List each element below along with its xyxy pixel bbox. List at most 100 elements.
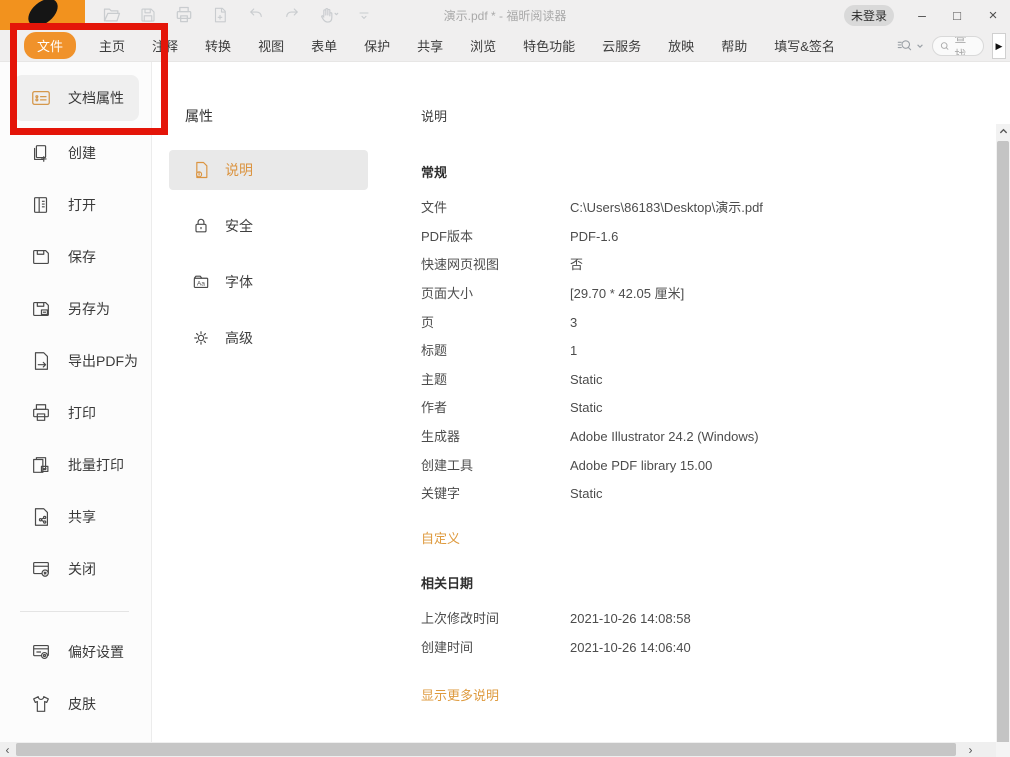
property-label: 创建工具 [421, 459, 570, 473]
tab-features[interactable]: 特色功能 [523, 36, 575, 55]
property-label: 快速网页视图 [421, 258, 570, 272]
expand-right-icon[interactable]: ▶ [992, 33, 1006, 59]
sidebar-item-label: 偏好设置 [68, 642, 124, 662]
tab-convert[interactable]: 转换 [205, 36, 231, 55]
vertical-scroll-thumb[interactable] [997, 141, 1009, 757]
property-row: PDF版本PDF-1.6 [421, 230, 996, 244]
file-backstage: 文档属性 创建 打开 保存 另存为 导出PDF为 打印 批量打印 [0, 62, 996, 742]
sidebar-item-export-pdf[interactable]: 导出PDF为 [0, 335, 151, 387]
property-value: [29.70 * 42.05 厘米] [570, 287, 684, 301]
property-label: 生成器 [421, 430, 570, 444]
scroll-up-icon[interactable] [996, 124, 1010, 139]
sidebar-item-open[interactable]: 打开 [0, 179, 151, 231]
save-icon[interactable] [136, 3, 160, 27]
sidebar-item-label: 打开 [68, 195, 96, 215]
property-value: 3 [570, 316, 577, 330]
property-value: PDF-1.6 [570, 230, 618, 244]
show-more-link[interactable]: 显示更多说明 [421, 685, 996, 704]
minimize-button[interactable]: – [905, 0, 939, 30]
scroll-right-icon[interactable]: › [963, 742, 978, 757]
sidebar-item-share[interactable]: 共享 [0, 491, 151, 543]
property-label: 关键字 [421, 487, 570, 501]
sidebar-item-save[interactable]: 保存 [0, 231, 151, 283]
tab-cloud[interactable]: 云服务 [602, 36, 641, 55]
sidebar-item-doc-properties[interactable]: 文档属性 [14, 75, 139, 121]
tab-slideshow[interactable]: 放映 [668, 36, 694, 55]
undo-icon[interactable] [244, 3, 268, 27]
property-label: 标题 [421, 344, 570, 358]
tab-file[interactable]: 文件 [24, 32, 76, 59]
property-row: 标题1 [421, 344, 996, 358]
property-value: Static [570, 487, 603, 501]
ribbon-tabs: 文件 主页 注释 转换 视图 表单 保护 共享 浏览 特色功能 云服务 放映 帮… [24, 32, 835, 59]
export-pdf-icon [30, 350, 52, 372]
property-value: 2021-10-26 14:06:40 [570, 641, 691, 655]
tab-help[interactable]: 帮助 [721, 36, 747, 55]
login-button[interactable]: 未登录 [844, 5, 894, 26]
sidebar-item-batch-print[interactable]: 批量打印 [0, 439, 151, 491]
sidebar-item-preferences[interactable]: 偏好设置 [0, 626, 151, 678]
sidebar-item-label: 皮肤 [68, 694, 96, 714]
horizontal-scroll-thumb[interactable] [16, 743, 956, 756]
tab-share[interactable]: 共享 [417, 36, 443, 55]
panel-item-description[interactable]: 说明 [169, 150, 368, 190]
maximize-button[interactable]: □ [940, 0, 974, 30]
panel-item-label: 字体 [225, 272, 253, 292]
tab-browse[interactable]: 浏览 [470, 36, 496, 55]
description-icon [191, 160, 211, 180]
sidebar-item-save-as[interactable]: 另存为 [0, 283, 151, 335]
vertical-scrollbar[interactable] [996, 124, 1010, 757]
panel-item-advanced[interactable]: 高级 [169, 318, 368, 358]
property-label: 页 [421, 316, 570, 330]
sidebar-item-label: 关闭 [68, 559, 96, 579]
close-window-button[interactable]: × [976, 0, 1010, 30]
property-row: 页3 [421, 316, 996, 330]
doc-properties-icon [30, 87, 52, 109]
hand-tool-icon[interactable] [316, 3, 340, 27]
app-logo[interactable] [0, 0, 85, 30]
tab-home[interactable]: 主页 [99, 36, 125, 55]
tab-view[interactable]: 视图 [258, 36, 284, 55]
panel-item-security[interactable]: 安全 [169, 206, 368, 246]
panel-item-fonts[interactable]: Aa 字体 [169, 262, 368, 302]
redo-icon[interactable] [280, 3, 304, 27]
preferences-icon [30, 641, 52, 663]
sidebar-item-close[interactable]: 关闭 [0, 543, 151, 595]
new-page-icon[interactable] [208, 3, 232, 27]
property-row: 创建时间2021-10-26 14:06:40 [421, 641, 996, 655]
customize-toolbar-icon[interactable] [352, 3, 376, 27]
title-bar: 演示.pdf * - 福昕阅读器 未登录 – □ × [0, 0, 1010, 30]
advanced-gear-icon [191, 328, 211, 348]
property-row: 主题Static [421, 373, 996, 387]
print-icon[interactable] [172, 3, 196, 27]
sidebar-item-create[interactable]: 创建 [0, 127, 151, 179]
open-icon [30, 194, 52, 216]
property-label: 创建时间 [421, 641, 570, 655]
open-file-icon[interactable] [100, 3, 124, 27]
dates-section-heading: 相关日期 [421, 573, 996, 592]
horizontal-scrollbar[interactable]: ‹ › [0, 742, 1010, 757]
custom-link[interactable]: 自定义 [421, 528, 996, 547]
save-as-icon [30, 298, 52, 320]
sidebar-item-print[interactable]: 打印 [0, 387, 151, 439]
property-label: 页面大小 [421, 287, 570, 301]
property-label: 主题 [421, 373, 570, 387]
search-input[interactable]: 查找 [932, 36, 984, 56]
tab-form[interactable]: 表单 [311, 36, 337, 55]
quick-find-icon[interactable] [896, 37, 924, 55]
property-row: 关键字Static [421, 487, 996, 501]
tab-fill-sign[interactable]: 填写&签名 [774, 36, 835, 55]
menu-bar: 文件 主页 注释 转换 视图 表单 保护 共享 浏览 特色功能 云服务 放映 帮… [0, 30, 1010, 62]
search-text: 查找 [954, 36, 977, 56]
property-label: 文件 [421, 201, 570, 215]
tab-comment[interactable]: 注释 [152, 36, 178, 55]
panel-title: 属性 [185, 106, 388, 126]
property-value: Adobe PDF library 15.00 [570, 459, 712, 473]
scroll-left-icon[interactable]: ‹ [0, 742, 15, 757]
property-row: 上次修改时间2021-10-26 14:08:58 [421, 612, 996, 626]
batch-print-icon [30, 454, 52, 476]
sidebar-divider [20, 611, 129, 612]
tab-protect[interactable]: 保护 [364, 36, 390, 55]
file-menu-sidebar: 文档属性 创建 打开 保存 另存为 导出PDF为 打印 批量打印 [0, 62, 152, 742]
sidebar-item-skin[interactable]: 皮肤 [0, 678, 151, 730]
